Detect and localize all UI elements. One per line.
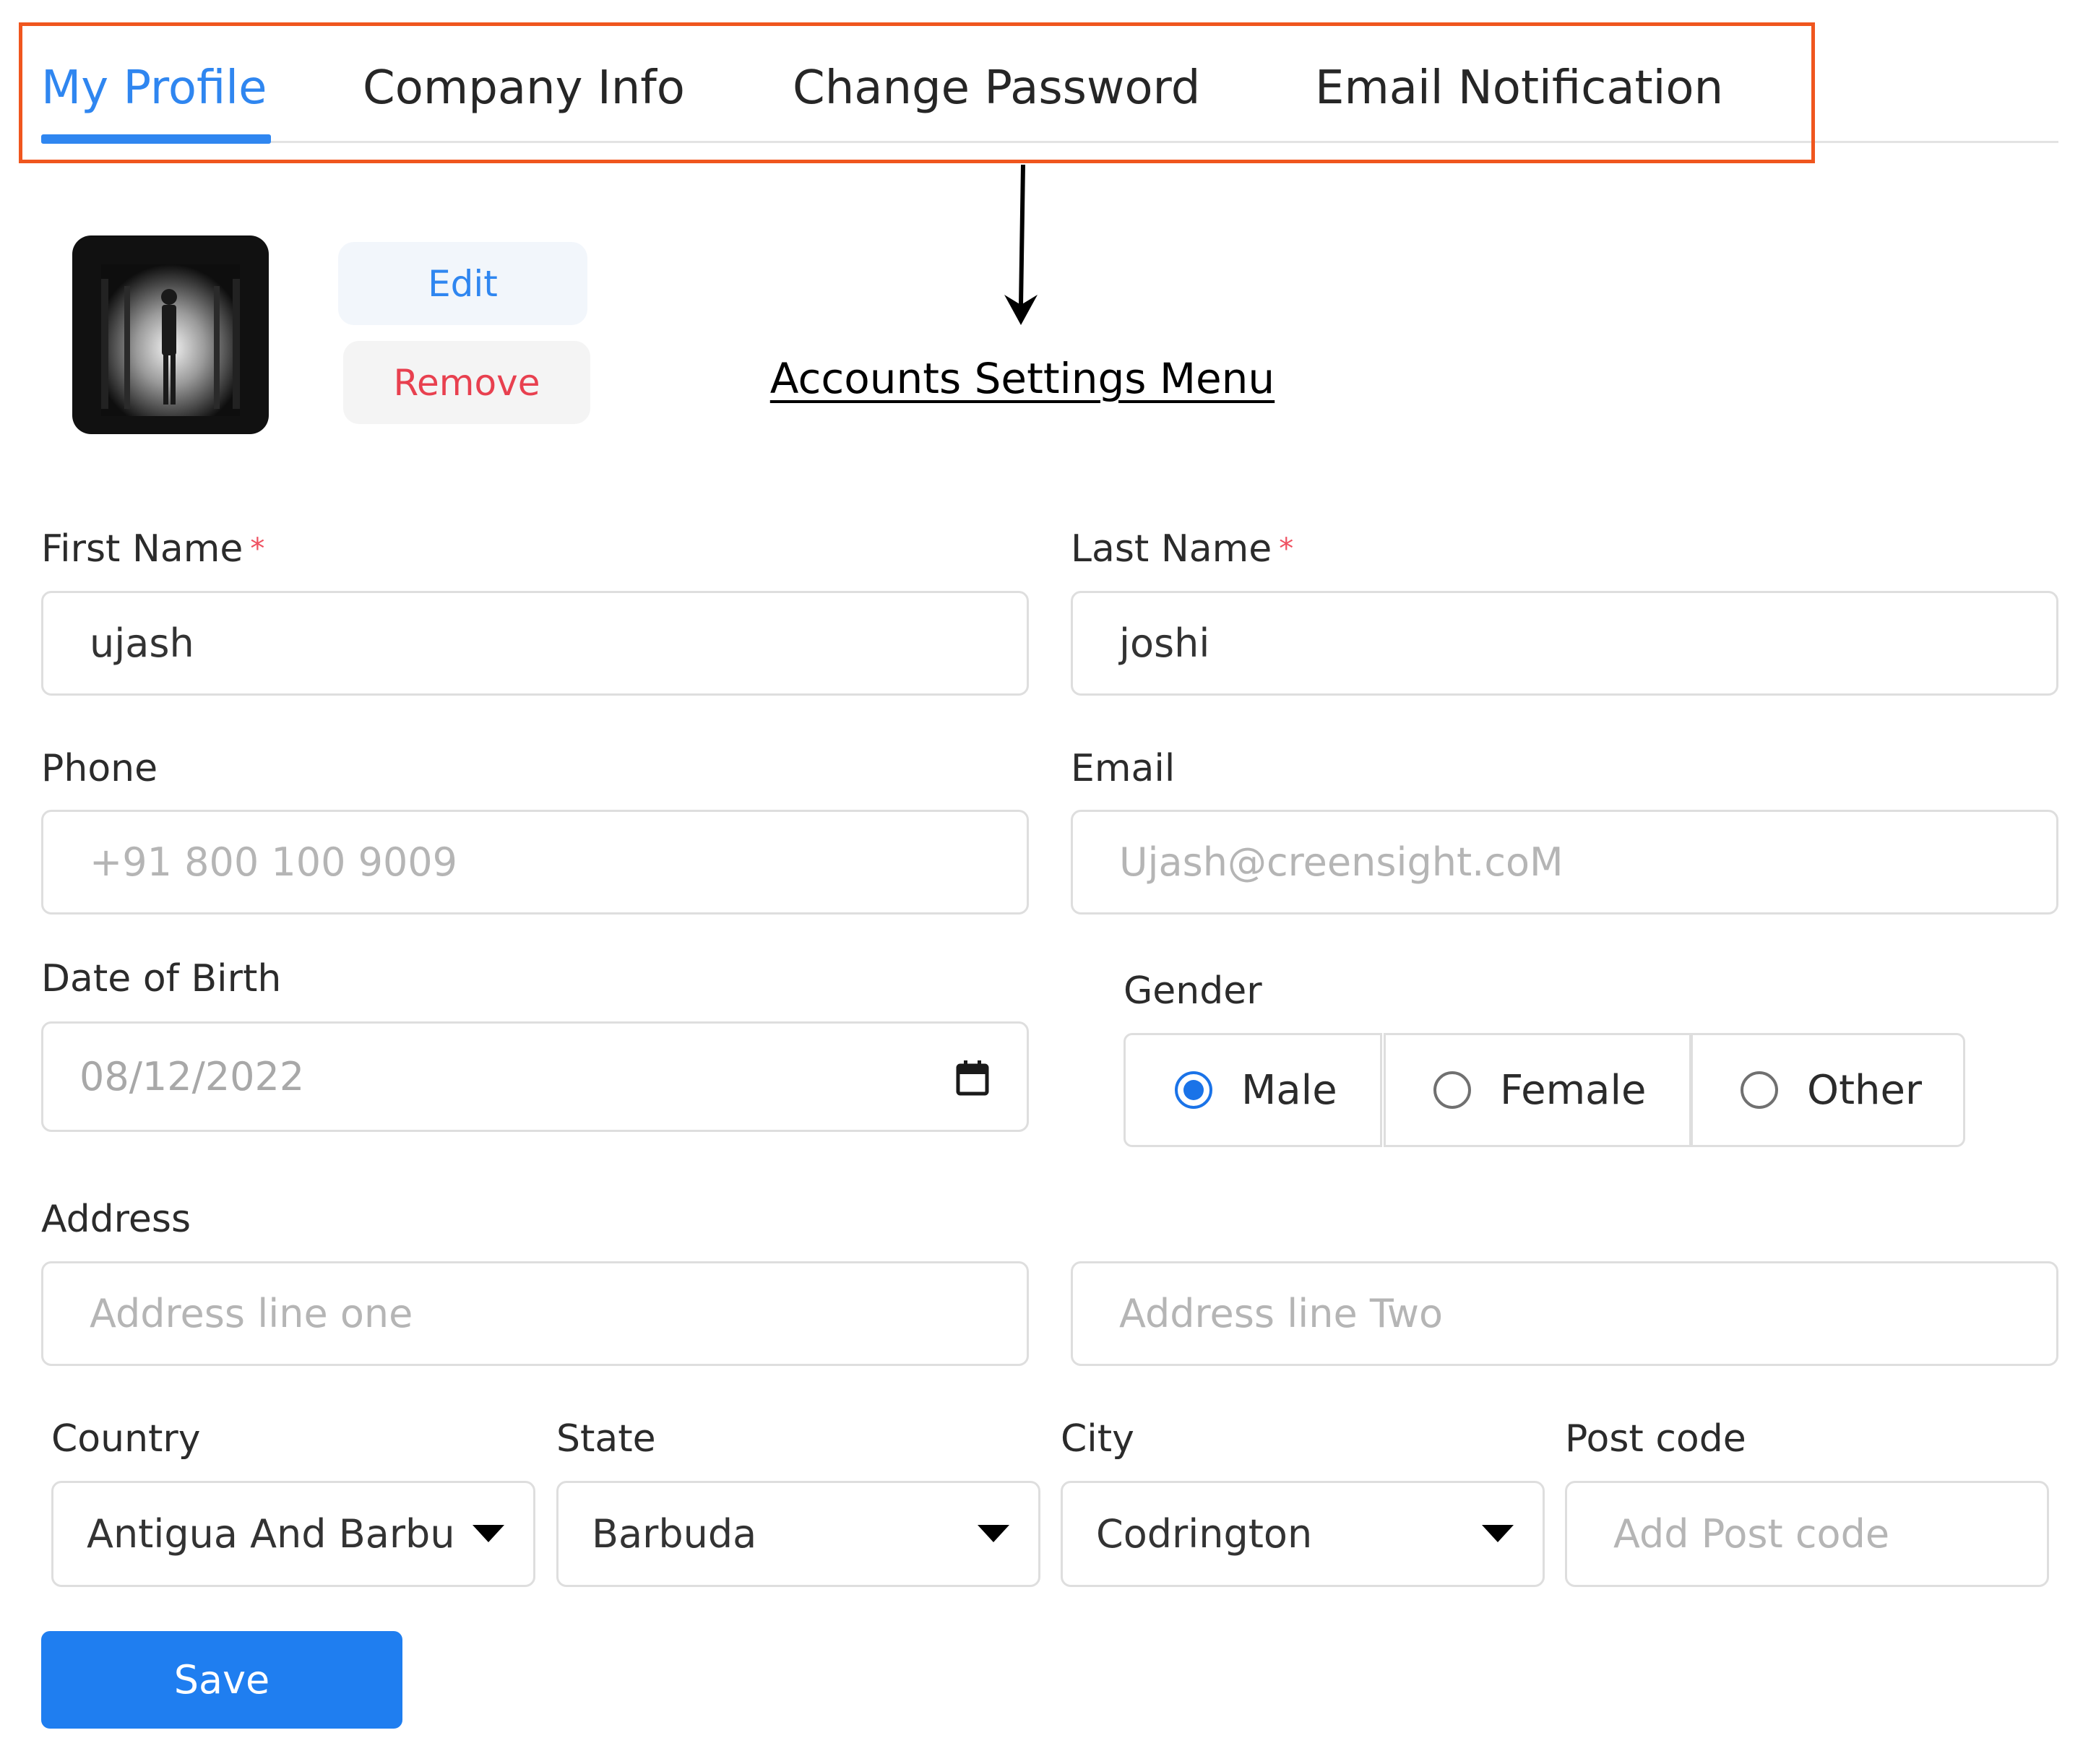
state-label: State xyxy=(556,1417,656,1461)
city-label: City xyxy=(1061,1417,1134,1461)
gender-label: Gender xyxy=(1124,969,1262,1013)
country-select[interactable]: Antigua And Barbuda xyxy=(51,1481,535,1587)
phone-input[interactable]: +91 800 100 9009 xyxy=(41,810,1029,915)
radio-unchecked-icon[interactable] xyxy=(1433,1071,1471,1109)
save-button[interactable]: Save xyxy=(41,1631,402,1729)
address-line-one-input[interactable]: Address line one xyxy=(41,1261,1029,1366)
state-value: Barbuda xyxy=(592,1511,757,1557)
annotation-arrow-icon xyxy=(1004,165,1038,325)
avatar xyxy=(72,235,269,434)
dropdown-caret-icon[interactable] xyxy=(473,1525,504,1542)
post-code-label: Post code xyxy=(1565,1417,1746,1461)
gender-option-label: Female xyxy=(1500,1066,1647,1114)
profile-photo-icon xyxy=(72,235,269,434)
first-name-input[interactable]: ujash xyxy=(41,591,1029,696)
first-name-label-text: First Name xyxy=(41,527,243,571)
dropdown-caret-icon[interactable] xyxy=(978,1525,1009,1542)
phone-label: Phone xyxy=(41,747,158,790)
country-value: Antigua And Barbuda xyxy=(87,1511,454,1557)
gender-option-label: Other xyxy=(1807,1066,1923,1114)
tabs-highlight-frame xyxy=(19,22,1815,163)
remove-photo-button[interactable]: Remove xyxy=(343,341,590,424)
city-select[interactable]: Codrington xyxy=(1061,1481,1545,1587)
dob-input[interactable]: 08/12/2022 xyxy=(41,1021,1029,1132)
dob-label: Date of Birth xyxy=(41,957,282,1000)
address-line-two-input[interactable]: Address line Two xyxy=(1071,1261,2058,1366)
annotation-label: Accounts Settings Menu xyxy=(769,354,1275,403)
radio-unchecked-icon[interactable] xyxy=(1741,1071,1778,1109)
dob-value: 08/12/2022 xyxy=(79,1054,305,1099)
post-code-input[interactable]: Add Post code xyxy=(1565,1481,2049,1587)
gender-option-label: Male xyxy=(1241,1066,1337,1114)
email-input[interactable]: Ujash@creensight.coM xyxy=(1071,810,2058,915)
country-label: Country xyxy=(51,1417,201,1461)
address-label: Address xyxy=(41,1198,191,1241)
edit-photo-button[interactable]: Edit xyxy=(338,242,587,325)
radio-checked-icon[interactable] xyxy=(1175,1071,1212,1109)
required-marker: * xyxy=(250,532,265,566)
dropdown-caret-icon[interactable] xyxy=(1482,1525,1514,1542)
gender-option-female[interactable]: Female xyxy=(1384,1033,1691,1147)
last-name-label: Last Name * xyxy=(1071,526,1293,572)
gender-option-male[interactable]: Male xyxy=(1124,1033,1382,1147)
first-name-label: First Name * xyxy=(41,526,264,572)
email-label: Email xyxy=(1071,747,1176,790)
gender-option-other[interactable]: Other xyxy=(1691,1033,1965,1147)
city-value: Codrington xyxy=(1096,1511,1313,1557)
calendar-icon[interactable] xyxy=(956,1060,989,1096)
state-select[interactable]: Barbuda xyxy=(556,1481,1040,1587)
required-marker: * xyxy=(1279,532,1294,566)
last-name-label-text: Last Name xyxy=(1071,527,1272,571)
last-name-input[interactable]: joshi xyxy=(1071,591,2058,696)
